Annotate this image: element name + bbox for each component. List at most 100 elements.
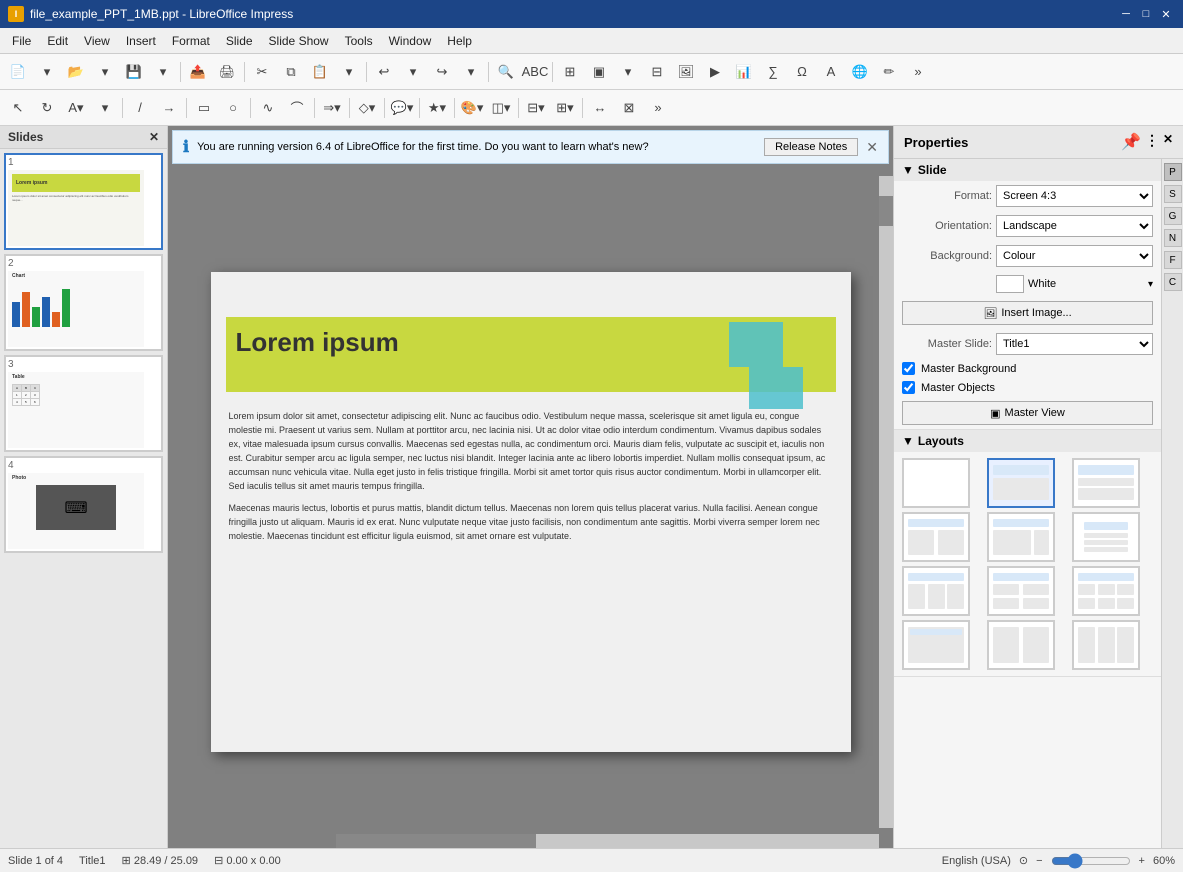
properties-more-icon[interactable]: ⋮ [1145, 132, 1159, 152]
orientation-select[interactable]: Landscape [996, 215, 1153, 237]
open-button[interactable]: 📂 [62, 59, 90, 85]
line-color-btn[interactable]: A▾ [62, 95, 90, 121]
new-arrow[interactable]: ▾ [33, 59, 61, 85]
rect-tool[interactable]: ▭ [190, 95, 218, 121]
connector-tool[interactable]: ⌒ [283, 95, 311, 121]
arrow-tool[interactable]: → [155, 95, 183, 121]
layout-9[interactable] [1072, 566, 1140, 616]
slide-section-header[interactable]: ▼ Slide [894, 159, 1161, 181]
layout-11[interactable] [987, 620, 1055, 670]
line-style-btn[interactable]: ▾ [91, 95, 119, 121]
arrange-tool[interactable]: ⊞▾ [551, 95, 579, 121]
menu-format[interactable]: Format [164, 31, 218, 51]
fontwork-button[interactable]: A [817, 59, 845, 85]
close-window-button[interactable]: ✕ [1157, 5, 1175, 23]
save-button[interactable]: 💾 [120, 59, 148, 85]
props-tab-styles[interactable]: S [1164, 185, 1182, 203]
master-objects-checkbox[interactable] [902, 381, 915, 394]
textbox-arrow[interactable]: ▾ [614, 59, 642, 85]
slide-thumb-4[interactable]: 4 Photo ⌨ [4, 456, 163, 553]
menu-window[interactable]: Window [381, 31, 440, 51]
release-notes-button[interactable]: Release Notes [764, 138, 858, 156]
master-view-button[interactable]: ▣ Master View [902, 401, 1153, 425]
paste-button[interactable]: 📋 [306, 59, 334, 85]
vertical-scrollbar[interactable] [879, 176, 893, 828]
props-tab-color[interactable]: C [1164, 273, 1182, 291]
layout-8[interactable] [987, 566, 1055, 616]
layout-content-caption[interactable] [987, 512, 1055, 562]
paste-arrow[interactable]: ▾ [335, 59, 363, 85]
star-tool[interactable]: ★▾ [423, 95, 451, 121]
cut-button[interactable]: ✂ [248, 59, 276, 85]
export-pdf[interactable]: 📤 [184, 59, 212, 85]
layout-10[interactable] [902, 620, 970, 670]
save-arrow[interactable]: ▾ [149, 59, 177, 85]
color-swatch[interactable] [996, 275, 1024, 293]
hyperlink-button[interactable]: 🌐 [846, 59, 874, 85]
layouts-section-header[interactable]: ▼ Layouts [894, 430, 1161, 452]
slides-panel-close[interactable]: ✕ [149, 130, 159, 144]
flowchart-tool[interactable]: ◇▾ [353, 95, 381, 121]
curve-tool[interactable]: ∿ [254, 95, 282, 121]
rotate-button[interactable]: ↻ [33, 95, 61, 121]
spellcheck-button[interactable]: ABC [521, 59, 549, 85]
layout-blank[interactable] [902, 458, 970, 508]
more-draw-btn[interactable]: » [644, 95, 672, 121]
undo-button[interactable]: ↩ [370, 59, 398, 85]
background-select[interactable]: Colour [996, 245, 1153, 267]
zoom-out-icon[interactable]: − [1036, 855, 1042, 867]
menu-insert[interactable]: Insert [118, 31, 164, 51]
notification-close[interactable]: ✕ [866, 139, 878, 156]
select-button[interactable]: ↖ [4, 95, 32, 121]
minimize-button[interactable]: ─ [1117, 5, 1135, 23]
layout-centered[interactable] [1072, 512, 1140, 562]
layout-12[interactable] [1072, 620, 1140, 670]
props-tab-navigator[interactable]: N [1164, 229, 1182, 247]
zoom-in-icon[interactable]: + [1139, 855, 1145, 867]
menu-tools[interactable]: Tools [337, 31, 381, 51]
redo-button[interactable]: ↪ [428, 59, 456, 85]
menu-view[interactable]: View [76, 31, 118, 51]
shadow-tool[interactable]: ◫▾ [487, 95, 515, 121]
color-dropdown-arrow[interactable]: ▾ [1148, 279, 1153, 290]
master-background-checkbox[interactable] [902, 362, 915, 375]
menu-slide[interactable]: Slide [218, 31, 261, 51]
print-button[interactable]: 🖨 [213, 59, 241, 85]
formula-button[interactable]: ∑ [759, 59, 787, 85]
menu-edit[interactable]: Edit [39, 31, 76, 51]
layout-7[interactable] [902, 566, 970, 616]
props-tab-gallery[interactable]: G [1164, 207, 1182, 225]
master-slide-select[interactable]: Title1 [996, 333, 1153, 355]
menu-file[interactable]: File [4, 31, 39, 51]
line-tool[interactable]: / [126, 95, 154, 121]
chart-button[interactable]: 📊 [730, 59, 758, 85]
transform-tool[interactable]: ↔ [586, 95, 614, 121]
ellipse-tool[interactable]: ○ [219, 95, 247, 121]
format-select[interactable]: Screen 4:3 [996, 185, 1153, 207]
align-tool[interactable]: ⊟▾ [522, 95, 550, 121]
horizontal-scrollbar[interactable] [336, 834, 879, 848]
grid-button[interactable]: ⊞ [556, 59, 584, 85]
find-button[interactable]: 🔍 [492, 59, 520, 85]
props-tab-properties[interactable]: P [1164, 163, 1182, 181]
layout-two-content[interactable] [902, 512, 970, 562]
draw-toolbar[interactable]: ✏ [875, 59, 903, 85]
zoom-slider[interactable] [1051, 856, 1131, 866]
slide-canvas[interactable]: Lorem ipsum Lorem ipsum dolor sit amet, … [211, 272, 851, 752]
props-tab-functions[interactable]: F [1164, 251, 1182, 269]
block-arrow-tool[interactable]: ⇒▾ [318, 95, 346, 121]
special-char-button[interactable]: Ω [788, 59, 816, 85]
slide-thumb-2[interactable]: 2 Chart [4, 254, 163, 351]
copy-button[interactable]: ⧉ [277, 59, 305, 85]
group-tool[interactable]: ⊠ [615, 95, 643, 121]
more-button[interactable]: » [904, 59, 932, 85]
table-button[interactable]: ⊟ [643, 59, 671, 85]
layout-title-only[interactable] [1072, 458, 1140, 508]
image-button[interactable]: 🖼 [672, 59, 700, 85]
properties-close-icon[interactable]: ✕ [1163, 132, 1173, 152]
properties-pin-icon[interactable]: 📌 [1121, 132, 1141, 152]
maximize-button[interactable]: □ [1137, 5, 1155, 23]
new-button[interactable]: 📄 [4, 59, 32, 85]
fill-color-btn[interactable]: 🎨▾ [458, 95, 486, 121]
menu-slideshow[interactable]: Slide Show [261, 31, 337, 51]
